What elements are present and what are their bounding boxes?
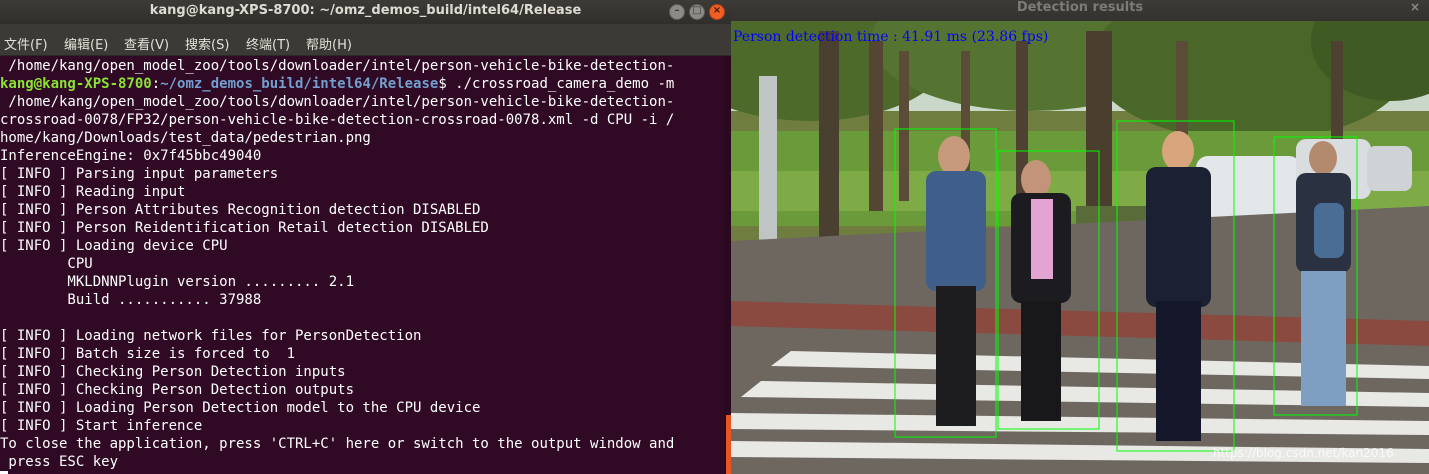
maximize-button[interactable]: □ (689, 4, 705, 20)
terminal-line: press ESC key (0, 454, 119, 470)
terminal-line: [ INFO ] Start inference (0, 418, 203, 434)
terminal-line: home/kang/Downloads/test_data/pedestrian… (0, 130, 371, 146)
scene-person-legs (936, 286, 976, 426)
terminal-line: CPU (0, 256, 93, 272)
menu-file[interactable]: 文件(F) (4, 34, 48, 53)
detection-close-button[interactable]: × (1407, 0, 1423, 14)
terminal-line: /home/kang/open_model_zoo/tools/download… (0, 58, 675, 74)
terminal-line: Build ........... 37988 (0, 292, 262, 308)
minimize-button[interactable]: – (669, 4, 685, 20)
scene-tree-trunk (899, 51, 909, 201)
menu-terminal[interactable]: 终端(T) (246, 34, 290, 53)
scene-person-head (1021, 160, 1051, 198)
terminal-line: [ INFO ] Person Reidentification Retail … (0, 220, 489, 236)
scene-person-torso (1146, 167, 1211, 307)
terminal-line: [ INFO ] Person Attributes Recognition d… (0, 202, 481, 218)
menu-help[interactable]: 帮助(H) (306, 34, 352, 53)
menu-view[interactable]: 查看(V) (124, 34, 169, 53)
terminal-line: [ INFO ] Checking Person Detection input… (0, 364, 346, 380)
terminal-line: [ INFO ] Batch size is forced to 1 (0, 346, 296, 362)
detection-title: Detection results (1016, 0, 1144, 15)
terminal-prompt-line: kang@kang-XPS-8700:~/omz_demos_build/int… (0, 75, 674, 93)
terminal-line: [ INFO ] Checking Person Detection outpu… (0, 382, 355, 398)
terminal-line: To close the application, press 'CTRL+C'… (0, 436, 675, 452)
scene-tree-trunk (819, 31, 839, 251)
minimize-icon: – (674, 5, 680, 16)
terminal-scrollbar[interactable] (724, 57, 731, 474)
terminal-line: [ INFO ] Loading network files for Perso… (0, 328, 422, 344)
prompt-path: ~/omz_demos_build/intel64/Release (160, 76, 439, 92)
menu-search[interactable]: 搜索(S) (185, 34, 229, 53)
terminal-line: [ INFO ] Parsing input parameters (0, 166, 279, 182)
terminal-title: kang@kang-XPS-8700: ~/omz_demos_build/in… (149, 3, 582, 18)
detection-results-window[interactable]: Detection results × Person detection tim… (731, 0, 1429, 474)
close-icon: × (712, 5, 722, 16)
terminal-line: [ INFO ] Loading Person Detection model … (0, 400, 481, 416)
terminal-line: InferenceEngine: 0x7f45bbc49040 (0, 148, 262, 164)
scene-person-head (1309, 141, 1337, 175)
terminal-line: /home/kang/open_model_zoo/tools/download… (0, 94, 675, 110)
terminal-output[interactable]: /home/kang/open_model_zoo/tools/download… (0, 57, 724, 474)
terminal-line: crossroad-0078/FP32/person-vehicle-bike-… (0, 112, 675, 128)
scene-person-head (938, 136, 970, 176)
scene-person-shirt (1031, 199, 1053, 279)
detection-titlebar[interactable]: Detection results × (731, 0, 1429, 21)
prompt-separator: : (151, 76, 161, 92)
terminal-line: MKLDNNPlugin version ......... 2.1 (0, 274, 355, 290)
menu-edit[interactable]: 编辑(E) (64, 34, 108, 53)
prompt-user-host: kang@kang-XPS-8700 (0, 76, 152, 92)
scene-person-torso (926, 171, 986, 291)
scene-person-backpack (1314, 203, 1344, 258)
scene-person-legs (1021, 301, 1061, 421)
maximize-icon: □ (692, 5, 702, 16)
terminal-window[interactable]: kang@kang-XPS-8700: ~/omz_demos_build/in… (0, 0, 731, 474)
scene-car (1367, 146, 1412, 191)
terminal-titlebar[interactable]: kang@kang-XPS-8700: ~/omz_demos_build/in… (0, 0, 731, 24)
scene-tree-trunk (869, 41, 883, 211)
close-button[interactable]: × (709, 4, 725, 20)
prompt-symbol: $ (438, 76, 447, 92)
watermark-text: https://blog.csdn.net/kan2016 (1213, 446, 1394, 460)
terminal-line: [ INFO ] Reading input (0, 184, 186, 200)
prompt-command: ./crossroad_camera_demo -m (446, 76, 675, 92)
scene-person-legs (1301, 271, 1346, 406)
terminal-line: [ INFO ] Loading device CPU (0, 238, 228, 254)
detection-image (731, 21, 1429, 474)
scene-person-legs (1156, 301, 1201, 441)
scene-person-head (1162, 131, 1194, 171)
terminal-menubar: 文件(F) 编辑(E) 查看(V) 搜索(S) 终端(T) 帮助(H) (0, 24, 731, 56)
detection-time-overlay: Person detection time : 41.91 ms (23.86 … (733, 29, 1049, 45)
